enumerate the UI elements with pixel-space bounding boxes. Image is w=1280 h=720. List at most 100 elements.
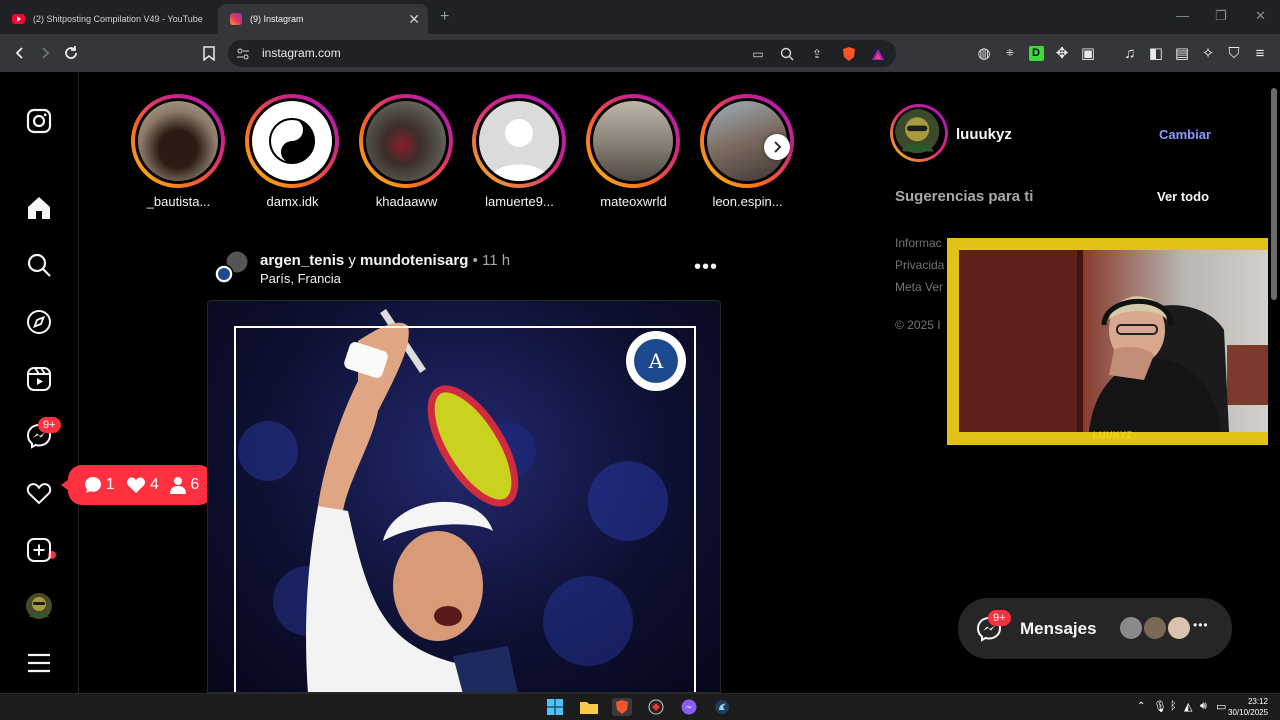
maximize-button[interactable]: ❐ [1215,8,1227,24]
story-item[interactable]: mateoxwrld [586,94,681,209]
tray-overflow-icon[interactable]: ⌃ [1137,701,1145,712]
switch-account-link[interactable]: Cambiar [1159,127,1211,142]
extensions-puzzle-icon[interactable]: ✥ [1052,43,1072,63]
microphone-icon[interactable]: 🎙︎ [1153,700,1167,713]
extension-translate-icon[interactable]: ⁜ [1000,43,1020,63]
explore-icon[interactable] [24,307,54,337]
clock-time[interactable]: 23:12 [1236,697,1268,706]
share-icon[interactable]: ⇪ [808,45,826,63]
post-location[interactable]: París, Francia [260,271,341,286]
close-window-button[interactable]: ✕ [1255,8,1266,24]
new-tab-button[interactable]: + [440,8,449,26]
messenger-app-icon[interactable] [679,698,699,716]
back-icon[interactable] [10,43,30,63]
story-item[interactable]: khadaaww [359,94,454,209]
url-text: instagram.com [262,46,341,60]
sidebar-toggle-icon[interactable]: ◧ [1146,43,1166,63]
post-image[interactable]: A [207,300,721,693]
story-avatar [479,101,559,181]
story-item[interactable]: _bautista... [131,94,226,209]
post-author-avatars[interactable] [214,250,249,284]
current-user-avatar[interactable] [890,104,948,162]
search-icon[interactable] [24,250,54,280]
app-icon[interactable] [712,698,732,716]
chevron-right-icon [774,141,782,153]
forward-icon[interactable] [35,43,55,63]
extension-d-icon[interactable]: D [1026,43,1046,63]
tab-youtube[interactable]: (2) Shitposting Compilation V49 - YouTub… [0,4,215,34]
brave-browser-icon[interactable] [612,698,632,716]
menu-icon[interactable]: ≡ [1250,43,1270,63]
see-all-link[interactable]: Ver todo [1157,189,1209,204]
activity-popup[interactable]: 1 4 6 [61,465,213,505]
page-scrollbar[interactable] [1268,72,1280,693]
volume-icon[interactable]: 🔊︎ [1200,700,1207,713]
story-avatar [252,101,332,181]
brave-rewards-icon[interactable] [869,45,887,63]
reload-icon[interactable] [61,43,81,63]
suggestions-heading: Sugerencias para ti [895,188,1034,205]
messages-label: Mensajes [1020,619,1097,638]
instagram-icon [230,13,242,25]
story-username: damx.idk [266,194,319,209]
story-item[interactable]: lamuerte9... [472,94,567,209]
story-item[interactable]: damx.idk [245,94,340,209]
close-tab-icon[interactable]: ✕ [408,11,420,28]
messages-dock[interactable]: 9+ Mensajes ••• [958,598,1232,659]
notifications-heart-icon[interactable] [24,478,54,508]
scroll-thumb[interactable] [1271,88,1277,300]
post-coauthor[interactable]: mundotenisarg [360,252,468,269]
likes-count: 4 [126,476,159,494]
current-username[interactable]: luuukyz [956,126,1012,143]
streamer-tag: LUUKYZ [1093,430,1133,440]
messages-badge: 9+ [38,417,61,433]
stories-next-button[interactable] [764,134,790,160]
more-conversations-icon[interactable]: ••• [1193,618,1209,632]
wallet-icon[interactable]: ▤ [1172,43,1192,63]
instagram-sidebar: 9+ [0,72,79,693]
brave-shields-icon[interactable] [840,45,858,63]
leo-ai-icon[interactable]: ✧ [1198,43,1218,63]
comments-count: 1 [84,476,115,494]
zoom-icon[interactable] [778,45,796,63]
conversation-avatar [1166,615,1192,641]
webcam-overlay: LUUKYZ [947,238,1280,445]
messages-badge: 9+ [988,610,1011,626]
browser-tab-bar: (2) Shitposting Compilation V49 - YouTub… [0,0,1280,34]
extension-globe-icon[interactable]: ◍ [974,43,994,63]
create-icon[interactable] [24,535,54,565]
footer-link[interactable]: Meta Ver [895,280,943,294]
tab-instagram[interactable]: (9) Instagram ✕ [218,4,428,34]
person-icon [170,477,187,494]
vpn-icon[interactable]: ⛉ [1224,43,1244,63]
cast-icon[interactable]: ▭ [749,45,767,63]
post-options-icon[interactable]: ••• [694,256,718,279]
comment-icon [84,477,101,493]
conversation-avatar [1142,615,1168,641]
screenshot-icon[interactable]: ▣ [1078,43,1098,63]
copyright-text: © 2025 I [895,318,941,332]
follows-count-value: 6 [190,476,200,493]
windows-start-icon[interactable] [545,698,565,716]
instagram-logo-icon[interactable] [24,106,54,136]
network-icon[interactable]: ◭ [1184,700,1192,713]
minimize-button[interactable]: — [1176,8,1189,23]
youtube-icon [12,14,25,24]
bookmark-icon[interactable] [199,43,219,63]
media-icon[interactable]: ♫ [1120,43,1140,63]
reels-icon[interactable] [24,364,54,394]
clock-date[interactable]: 30/10/2025 [1228,708,1268,717]
battery-icon[interactable]: ▭ [1216,700,1226,713]
address-bar[interactable]: instagram.com ▭ ⇪ [228,40,896,67]
footer-link[interactable]: Informac [895,236,942,250]
home-icon[interactable] [24,193,54,223]
bluetooth-icon[interactable]: ᛒ [1170,700,1177,712]
footer-link[interactable]: Privacida [895,258,944,272]
profile-avatar[interactable] [24,591,54,621]
site-settings-icon[interactable] [234,45,252,63]
more-menu-icon[interactable] [24,648,54,678]
file-explorer-icon[interactable] [579,698,599,716]
app-icon[interactable] [646,698,666,716]
post-authors[interactable]: argen_tenis y mundotenisarg • 11 h [260,252,510,269]
post-author[interactable]: argen_tenis [260,252,344,269]
